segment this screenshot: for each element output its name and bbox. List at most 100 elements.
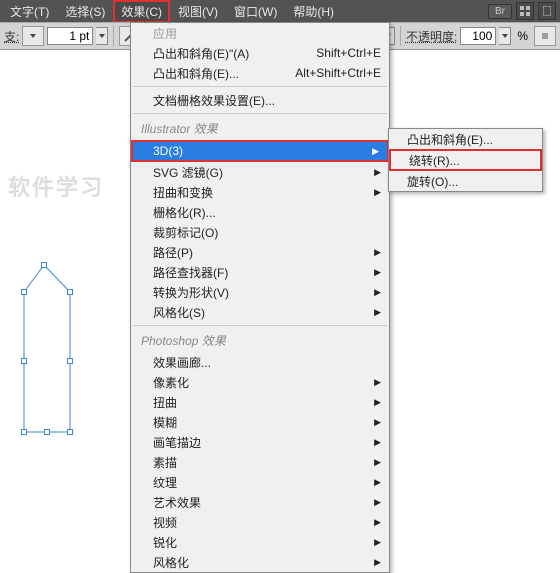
- 3d-submenu: 凸出和斜角(E)...绕转(R)... 旋转(O)...: [388, 128, 543, 192]
- menu-item-label: 风格化: [153, 554, 189, 571]
- ps-item-8[interactable]: 视频▶: [131, 512, 389, 532]
- ai-item-2[interactable]: 扭曲和变换▶: [131, 182, 389, 202]
- ps-item-10[interactable]: 风格化 ▶: [131, 552, 389, 572]
- ps-item-0[interactable]: 效果画廊...: [131, 352, 389, 372]
- ai-item-4[interactable]: 裁剪标记(O): [131, 222, 389, 242]
- selected-shape[interactable]: [20, 262, 76, 438]
- menu-header-illustrator: Illustrator 效果: [131, 117, 389, 140]
- stroke-input[interactable]: [47, 27, 93, 45]
- menu-item-label: 效果画廊...: [153, 354, 211, 371]
- submenu-arrow-icon: ▶: [374, 377, 381, 388]
- menu-extrude-e[interactable]: 凸出和斜角(E)...Alt+Shift+Ctrl+E: [131, 63, 389, 83]
- menu-item-label: SVG 滤镜(G): [153, 164, 223, 181]
- ps-item-2[interactable]: 扭曲 ▶: [131, 392, 389, 412]
- menu-item-label: 路径查找器(F): [153, 264, 228, 281]
- menu-help[interactable]: 帮助(H): [285, 0, 342, 23]
- submenu-arrow-icon: ▶: [374, 557, 381, 568]
- ps-item-9[interactable]: 锐化 ▶: [131, 532, 389, 552]
- submenu-arrow-icon: ▶: [374, 267, 381, 278]
- submenu-arrow-icon: ▶: [374, 497, 381, 508]
- submenu-arrow-icon: ▶: [374, 307, 381, 318]
- handle[interactable]: [67, 289, 73, 295]
- ps-item-3[interactable]: 模糊 ▶: [131, 412, 389, 432]
- menu-item-label: 栅格化(R)...: [153, 204, 216, 221]
- menu-doc-raster[interactable]: 文档栅格效果设置(E)...: [131, 90, 389, 110]
- opacity-label: 不透明度:: [406, 28, 457, 45]
- divider: [400, 26, 401, 46]
- handle[interactable]: [21, 358, 27, 364]
- submenu-arrow-icon: ▶: [374, 287, 381, 298]
- menu-item-label: 扭曲: [153, 394, 177, 411]
- doc-icon[interactable]: [538, 2, 556, 20]
- ai-item-0[interactable]: 3D(3) ▶: [131, 140, 389, 162]
- submenu-arrow-icon: ▶: [374, 397, 381, 408]
- submenu-item-1[interactable]: 绕转(R)...: [389, 149, 542, 171]
- opacity-input[interactable]: [460, 27, 496, 45]
- handle[interactable]: [44, 429, 50, 435]
- menu-item-label: 纹理: [153, 474, 177, 491]
- ai-item-8[interactable]: 风格化(S)▶: [131, 302, 389, 322]
- ai-item-3[interactable]: 栅格化(R)...: [131, 202, 389, 222]
- opacity-more-icon[interactable]: [534, 26, 556, 46]
- ai-item-5[interactable]: 路径(P)▶: [131, 242, 389, 262]
- ai-item-6[interactable]: 路径查找器(F) ▶: [131, 262, 389, 282]
- menu-extrude-a[interactable]: 凸出和斜角(E)"(A)Shift+Ctrl+E: [131, 43, 389, 63]
- menu-select[interactable]: 选择(S): [57, 0, 113, 23]
- menu-effect[interactable]: 效果(C): [113, 0, 170, 23]
- submenu-arrow-icon: ▶: [374, 437, 381, 448]
- menu-view[interactable]: 视图(V): [170, 0, 226, 23]
- handle[interactable]: [67, 358, 73, 364]
- ps-item-1[interactable]: 像素化 ▶: [131, 372, 389, 392]
- opacity-unit: %: [517, 29, 528, 43]
- submenu-arrow-icon: ▶: [374, 477, 381, 488]
- menu-item-label: 艺术效果: [153, 494, 201, 511]
- bridge-badge[interactable]: Br: [488, 4, 512, 19]
- menu-item-label: 锐化: [153, 534, 177, 551]
- submenu-arrow-icon: ▶: [374, 537, 381, 548]
- menu-item-label: 画笔描边: [153, 434, 201, 451]
- toolbar-label-left: 支:: [4, 28, 19, 45]
- submenu-item-2[interactable]: 旋转(O)...: [389, 171, 542, 191]
- submenu-arrow-icon: ▶: [372, 146, 379, 157]
- handle[interactable]: [41, 262, 47, 268]
- menubar-right: Br: [488, 2, 560, 20]
- submenu-item-label: 旋转(O)...: [407, 173, 458, 190]
- chevron-down-icon: [99, 34, 105, 38]
- submenu-item-label: 凸出和斜角(E)...: [407, 131, 493, 148]
- submenu-arrow-icon: ▶: [374, 417, 381, 428]
- ps-item-5[interactable]: 素描 ▶: [131, 452, 389, 472]
- separator: [133, 325, 387, 326]
- watermark: 软件学习: [8, 170, 104, 202]
- menu-item-label: 裁剪标记(O): [153, 224, 218, 241]
- ps-item-6[interactable]: 纹理 ▶: [131, 472, 389, 492]
- menu-item-label: 扭曲和变换: [153, 184, 213, 201]
- canvas[interactable]: 软件学习: [0, 50, 130, 501]
- menu-apply: 应用: [131, 23, 389, 43]
- handle[interactable]: [21, 429, 27, 435]
- opacity-dropdown[interactable]: [499, 27, 511, 45]
- menu-item-label: 像素化: [153, 374, 189, 391]
- submenu-item-0[interactable]: 凸出和斜角(E)...: [389, 129, 542, 149]
- submenu-arrow-icon: ▶: [374, 247, 381, 258]
- menu-text[interactable]: 文字(T): [2, 0, 57, 23]
- menu-header-photoshop: Photoshop 效果: [131, 329, 389, 352]
- stroke-dropdown[interactable]: [96, 27, 108, 45]
- ai-item-7[interactable]: 转换为形状(V) ▶: [131, 282, 389, 302]
- grid-icon[interactable]: [516, 2, 534, 20]
- submenu-arrow-icon: ▶: [374, 517, 381, 528]
- submenu-arrow-icon: ▶: [374, 457, 381, 468]
- separator: [133, 113, 387, 114]
- menu-item-label: 3D(3): [153, 144, 183, 158]
- divider: [113, 26, 114, 46]
- handle[interactable]: [67, 429, 73, 435]
- ai-item-1[interactable]: SVG 滤镜(G)▶: [131, 162, 389, 182]
- effect-menu: 应用 凸出和斜角(E)"(A)Shift+Ctrl+E 凸出和斜角(E)...A…: [130, 22, 390, 573]
- stroke-stepper-icon[interactable]: [22, 26, 44, 46]
- ps-item-4[interactable]: 画笔描边 ▶: [131, 432, 389, 452]
- menu-item-label: 素描: [153, 454, 177, 471]
- menu-item-label: 模糊: [153, 414, 177, 431]
- menu-window[interactable]: 窗口(W): [226, 0, 285, 23]
- handle[interactable]: [21, 289, 27, 295]
- ps-item-7[interactable]: 艺术效果 ▶: [131, 492, 389, 512]
- menu-item-label: 转换为形状(V): [153, 284, 229, 301]
